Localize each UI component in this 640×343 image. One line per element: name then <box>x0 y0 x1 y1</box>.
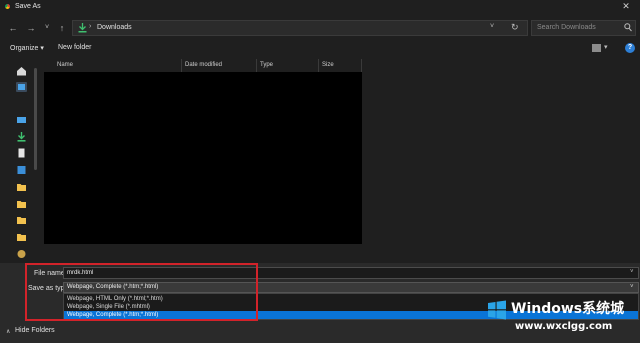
windows-logo-icon <box>487 300 507 320</box>
column-type[interactable]: Type <box>260 62 273 68</box>
help-icon[interactable]: ? <box>625 43 635 53</box>
search-box[interactable]: Search Downloads <box>531 20 636 36</box>
chevron-down-icon[interactable]: ˅ <box>630 284 634 290</box>
file-list-empty-space[interactable] <box>362 72 640 262</box>
close-button[interactable]: ✕ <box>619 1 633 12</box>
sidebar-scrollbar[interactable] <box>34 68 37 170</box>
folder-icon[interactable] <box>16 215 27 225</box>
up-folder-icon[interactable]: ↑ <box>56 22 68 34</box>
downloads-icon[interactable] <box>16 132 27 142</box>
column-header-bar <box>44 59 640 72</box>
documents-icon[interactable] <box>16 148 27 158</box>
breadcrumb-separator[interactable]: › <box>89 23 91 30</box>
pictures-icon[interactable] <box>16 165 27 175</box>
new-folder-button[interactable]: New folder <box>58 44 91 51</box>
download-icon <box>78 23 87 33</box>
address-bar[interactable]: › Downloads ˅ ↻ <box>72 20 528 36</box>
folder-icon[interactable] <box>16 199 27 209</box>
column-name[interactable]: Name <box>57 62 73 68</box>
recent-locations-icon[interactable]: ˅ <box>41 22 53 34</box>
watermark-title: Windows系统城 <box>511 301 625 317</box>
hide-folders-button[interactable]: Hide Folders <box>15 327 55 334</box>
address-dropdown-icon[interactable]: ˅ <box>490 23 494 30</box>
back-icon[interactable]: ← <box>7 22 19 34</box>
home-icon[interactable] <box>16 66 27 76</box>
column-divider[interactable] <box>256 59 257 72</box>
view-options-icon[interactable] <box>592 44 601 52</box>
desktop-icon[interactable] <box>16 115 27 125</box>
column-divider[interactable] <box>361 59 362 72</box>
chevron-up-icon[interactable]: ∧ <box>6 328 10 335</box>
folder-icon[interactable] <box>16 182 27 192</box>
column-size[interactable]: Size <box>322 62 334 68</box>
search-icon <box>624 23 632 32</box>
search-input[interactable]: Search Downloads <box>537 24 596 31</box>
view-dropdown-icon[interactable]: ▾ <box>604 43 608 51</box>
watermark-url: www.wxclgg.com <box>515 321 613 332</box>
column-date-modified[interactable]: Date modified <box>185 62 222 68</box>
gallery-icon[interactable] <box>16 82 27 92</box>
forward-icon[interactable]: → <box>25 22 37 34</box>
highlight-annotation-box <box>25 263 258 321</box>
file-list[interactable] <box>44 72 362 244</box>
chevron-down-icon[interactable]: ˅ <box>630 269 634 275</box>
window-title: Save As <box>15 3 41 10</box>
watermark: Windows系统城 www.wxclgg.com <box>487 296 637 341</box>
column-divider[interactable] <box>318 59 319 72</box>
column-divider[interactable] <box>181 59 182 72</box>
chrome-icon <box>4 3 11 10</box>
organize-button[interactable]: Organize ▾ <box>10 44 44 52</box>
user-folder-icon[interactable] <box>16 249 27 259</box>
refresh-icon[interactable]: ↻ <box>511 22 519 33</box>
folder-icon[interactable] <box>16 232 27 242</box>
breadcrumb-downloads[interactable]: Downloads <box>97 24 132 31</box>
title-bar: Save As ✕ <box>0 0 640 13</box>
